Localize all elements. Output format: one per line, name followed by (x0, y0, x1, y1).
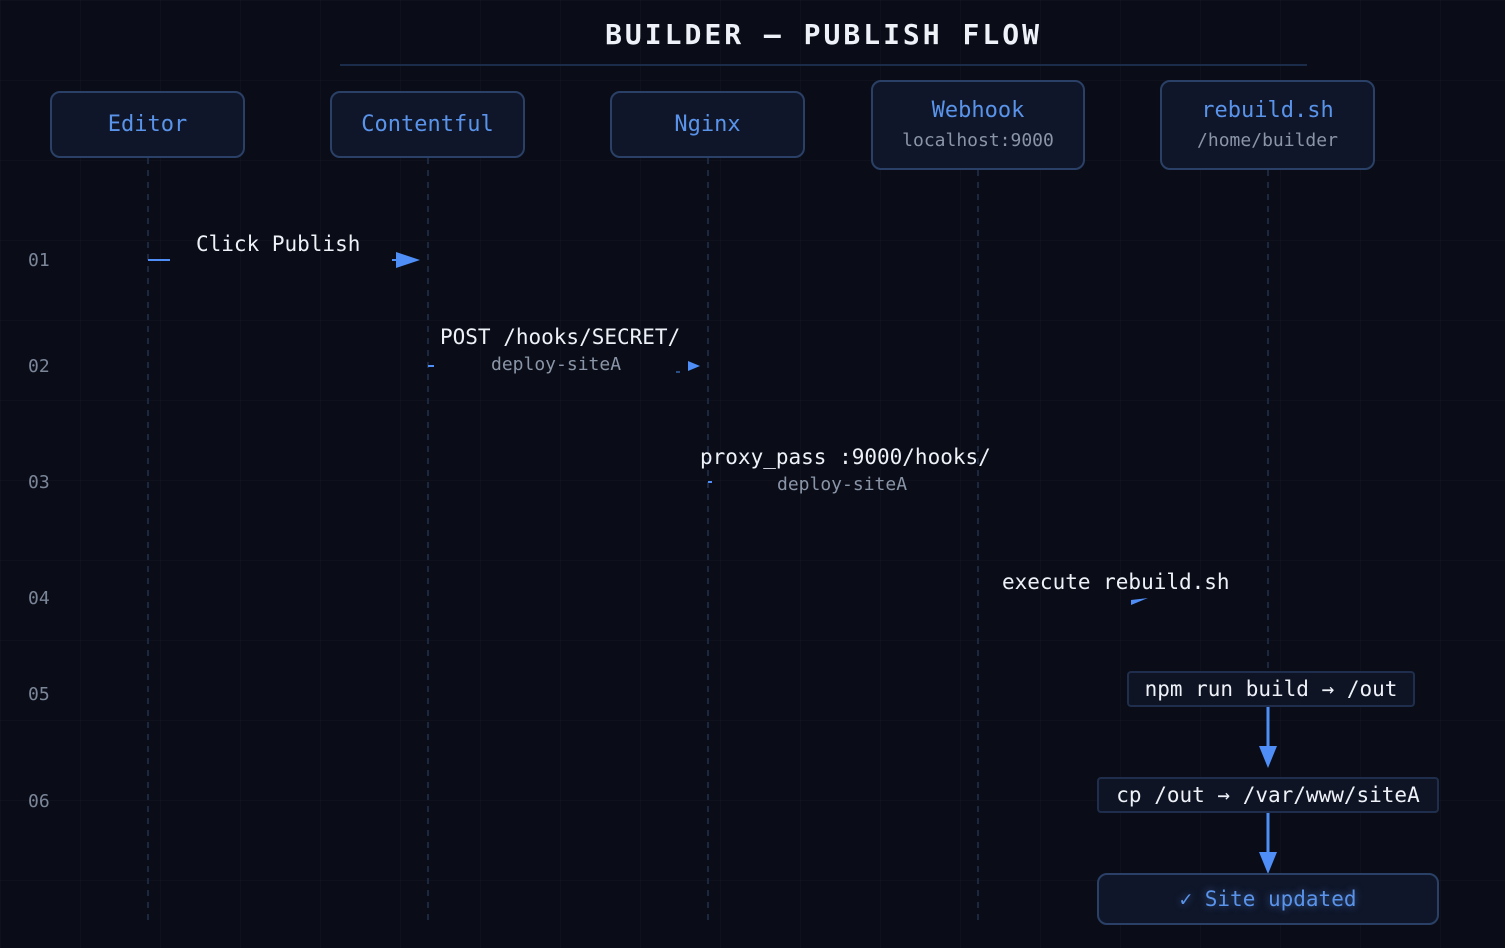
arrowhead-step-01 (396, 252, 420, 268)
step-02-sublabel: deploy-siteA (491, 354, 622, 375)
title-divider (340, 64, 1307, 66)
diagram-title: BUILDER — PUBLISH FLOW (605, 18, 1042, 51)
actor-webhook-host: localhost:9000 (902, 130, 1054, 151)
arrowhead-step-02 (688, 361, 700, 371)
publish-flow-diagram: BUILDER — PUBLISH FLOW Editor Contentful… (0, 0, 1505, 948)
step-03-label: proxy_pass :9000/hooks/ (700, 445, 991, 469)
arrowhead-step-04 (1131, 598, 1148, 605)
arrowhead-build-to-copy (1259, 746, 1277, 768)
actor-webhook: Webhook localhost:9000 (871, 80, 1085, 170)
actor-nginx-name: Nginx (674, 111, 741, 137)
step-number-04: 04 (28, 588, 50, 609)
step-number-03: 03 (28, 472, 50, 493)
actor-contentful: Contentful (330, 91, 525, 158)
step-01-label: Click Publish (196, 232, 361, 256)
actor-rebuild: rebuild.sh /home/builder (1160, 80, 1375, 170)
arrowhead-copy-to-result (1259, 852, 1277, 874)
step-number-02: 02 (28, 356, 50, 377)
actor-nginx: Nginx (610, 91, 805, 158)
actor-rebuild-path: /home/builder (1197, 130, 1338, 151)
actor-editor-name: Editor (107, 111, 188, 137)
actor-editor: Editor (50, 91, 245, 158)
actor-contentful-name: Contentful (361, 111, 494, 137)
step-number-06: 06 (28, 791, 50, 812)
step-03-sublabel: deploy-siteA (777, 474, 908, 495)
step-05-command-box: npm run build → /out (1127, 671, 1415, 707)
step-number-05: 05 (28, 684, 50, 705)
actor-webhook-name: Webhook (931, 98, 1025, 123)
result-site-updated: ✓ Site updated (1097, 873, 1439, 925)
step-04-label: execute rebuild.sh (1002, 570, 1230, 594)
step-02-label: POST /hooks/SECRET/ (440, 325, 681, 349)
step-number-01: 01 (28, 250, 50, 271)
actor-rebuild-name: rebuild.sh (1201, 98, 1334, 123)
step-06-command-box: cp /out → /var/www/siteA (1097, 777, 1439, 813)
